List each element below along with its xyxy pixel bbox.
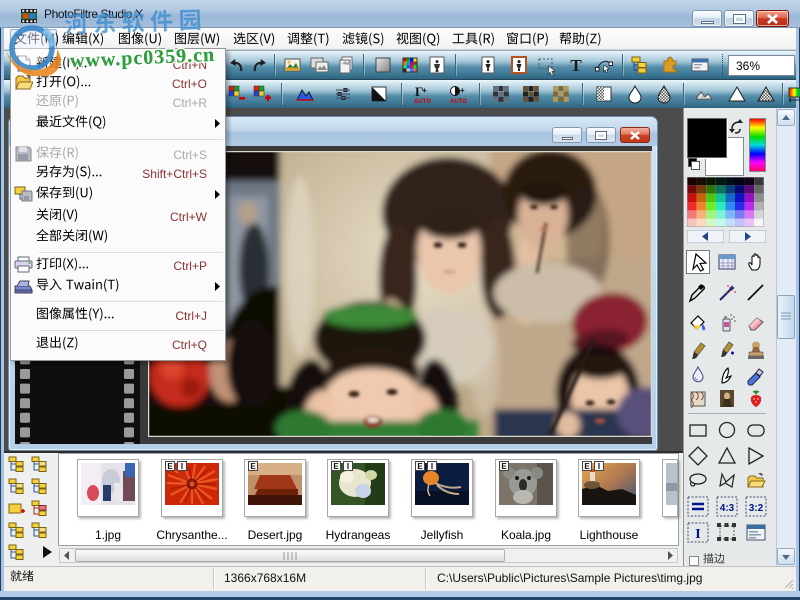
svg-text:+: + [422, 86, 427, 95]
svg-text:3:2: 3:2 [749, 503, 764, 514]
svg-text:T: T [570, 56, 582, 75]
svg-text:AUTO: AUTO [414, 99, 431, 104]
svg-text:I: I [695, 527, 700, 542]
svg-text:+: + [460, 86, 465, 95]
svg-text:4:3: 4:3 [720, 503, 735, 514]
svg-text:AUTO: AUTO [450, 99, 467, 104]
